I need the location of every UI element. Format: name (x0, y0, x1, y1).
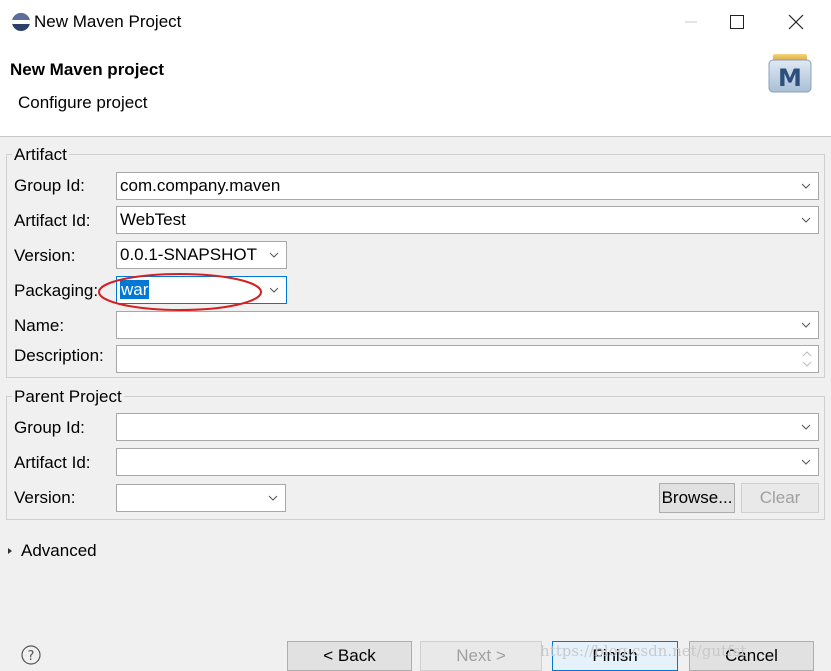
artifact-group-id-value: com.company.maven (120, 176, 281, 195)
svg-text:?: ? (28, 649, 35, 664)
close-button[interactable] (773, 0, 819, 44)
artifact-legend: Artifact (12, 145, 69, 165)
chevron-down-icon (801, 173, 811, 199)
chevron-down-icon (801, 312, 811, 338)
maven-logo: M (767, 54, 813, 94)
version-value: 0.0.1-SNAPSHOT (120, 245, 257, 264)
browse-button[interactable]: Browse... (659, 483, 735, 513)
packaging-label: Packaging: (14, 281, 99, 300)
parent-artifact-id-label: Artifact Id: (14, 453, 91, 472)
maximize-button[interactable] (714, 0, 760, 44)
parent-version-combo[interactable] (116, 484, 286, 512)
maven-logo-letter: M (778, 64, 802, 92)
window-title: New Maven Project (34, 12, 182, 31)
name-combo[interactable] (116, 311, 819, 339)
back-button[interactable]: < Back (287, 641, 412, 671)
chevron-down-icon (801, 449, 811, 475)
close-icon (788, 14, 804, 30)
chevron-down-icon (801, 414, 811, 440)
version-combo[interactable]: 0.0.1-SNAPSHOT (116, 241, 287, 269)
parent-group-id-combo[interactable] (116, 413, 819, 441)
chevron-down-icon (268, 485, 278, 511)
description-field[interactable] (116, 345, 819, 373)
next-button[interactable]: Next > (420, 641, 542, 671)
annotation-ellipse (98, 273, 262, 311)
page-subtitle: Configure project (18, 93, 148, 112)
parent-version-label: Version: (14, 488, 76, 507)
chevron-down-icon (269, 277, 279, 303)
eclipse-icon (12, 13, 30, 31)
name-label: Name: (14, 316, 65, 335)
minimize-icon (685, 21, 697, 23)
advanced-label: Advanced (21, 541, 97, 560)
help-button[interactable]: ? (20, 644, 42, 666)
minimize-button[interactable] (668, 0, 714, 44)
parent-group-id-label: Group Id: (14, 418, 85, 437)
artifact-id-combo[interactable]: WebTest (116, 206, 819, 234)
watermark: https://blog.csdn.net/gutfst (540, 642, 747, 660)
wizard-header (0, 44, 831, 137)
version-label: Version: (14, 246, 76, 265)
artifact-id-label: Artifact Id: (14, 211, 91, 230)
expand-triangle-icon (8, 548, 12, 554)
parent-artifact-id-combo[interactable] (116, 448, 819, 476)
artifact-group-id-label: Group Id: (14, 176, 85, 195)
maximize-icon (730, 15, 744, 29)
chevron-down-icon (801, 207, 811, 233)
parent-project-legend: Parent Project (12, 387, 124, 407)
clear-button[interactable]: Clear (741, 483, 819, 513)
page-title: New Maven project (10, 60, 164, 79)
chevron-down-icon (269, 242, 279, 268)
help-icon: ? (21, 645, 41, 665)
advanced-expander[interactable]: Advanced (6, 540, 126, 562)
spinner-arrows-icon[interactable] (800, 348, 814, 370)
artifact-id-value: WebTest (120, 210, 186, 229)
artifact-group-id-combo[interactable]: com.company.maven (116, 172, 819, 200)
description-label: Description: (14, 346, 104, 365)
